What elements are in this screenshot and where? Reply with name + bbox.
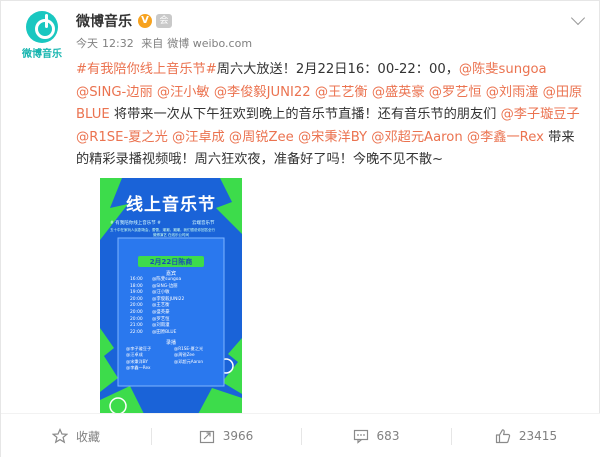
poster-replay-name: @李鑫一Rex xyxy=(126,365,151,371)
mention-link[interactable]: @陈斐sungoa xyxy=(459,62,547,77)
repost-icon xyxy=(199,430,214,444)
account-name-row: 微博音乐 V 会 xyxy=(76,11,172,31)
avatar-label: 微博音乐 xyxy=(22,49,62,60)
mention-link[interactable]: @汪卓成 xyxy=(172,130,225,145)
avatar[interactable]: 微博音乐 xyxy=(16,9,68,61)
mention-link[interactable]: @SING-边丽 xyxy=(76,85,153,100)
source-prefix: 来自 xyxy=(141,37,164,50)
poster-schedule-time: 22:00 xyxy=(130,329,143,335)
hashtag-link[interactable]: #有我陪你线上音乐节# xyxy=(76,62,217,77)
comment-button[interactable]: 683 xyxy=(301,414,451,457)
poster-schedule-name: @罗艺恒 xyxy=(152,316,170,322)
favorite-label: 收藏 xyxy=(75,429,100,444)
comment-icon xyxy=(353,429,368,444)
comment-count: 683 xyxy=(376,429,400,443)
like-button[interactable]: 23415 xyxy=(451,414,600,457)
post-text-fragment: 周六大放送！2月22日16：00-22：00， xyxy=(216,62,459,77)
weibo-post-card: 微博音乐 微博音乐 V 会 今天 12:32 来自 微博 weibo.com #有我… xyxy=(0,0,600,457)
poster-schedule-row: 22:00 @田原BLUE xyxy=(130,330,220,337)
repost-button[interactable]: 3966 xyxy=(151,414,301,457)
star-icon xyxy=(51,428,68,444)
mention-link[interactable]: @R1SE-夏之光 xyxy=(76,130,168,145)
verified-badge-icon: V xyxy=(138,14,152,28)
poster-schedule-row: 21:00 @刘雨潼 xyxy=(130,323,220,330)
post-time[interactable]: 12:32 xyxy=(102,37,134,50)
mention-link[interactable]: @刘雨潼 xyxy=(486,85,539,100)
favorite-button[interactable]: 收藏 xyxy=(1,414,151,457)
mention-link[interactable]: @李子璇豆子 xyxy=(501,107,580,122)
poster-schedule-row: 20:00 @李俊毅JUNI22 xyxy=(130,297,220,304)
poster-schedule-row: 20:00 @盛英豪 xyxy=(130,310,220,317)
poster-sub-tag: 云端音乐节 xyxy=(192,221,215,226)
poster-schedule-row: 20:00 @王艺衡 xyxy=(130,303,220,310)
poster-section-guests: 嘉宾 xyxy=(165,271,176,277)
mention-link[interactable]: @宋秉洋BY xyxy=(298,130,367,145)
post-meta: 今天 12:32 来自 微博 weibo.com xyxy=(76,35,256,51)
poster-schedule-row: 20:00 @罗艺恒 xyxy=(130,317,220,324)
poster-schedule-time: 19:00 xyxy=(130,290,143,296)
thumbs-up-icon xyxy=(495,429,511,444)
mention-link[interactable]: @李鑫一Rex xyxy=(467,130,544,145)
member-badge-icon: 会 xyxy=(156,14,172,28)
music-note-icon xyxy=(26,11,58,43)
action-bar: 收藏 3966 683 23415 xyxy=(1,413,600,457)
mention-link[interactable]: @罗艺恒 xyxy=(429,85,482,100)
poster-schedule-name: @SING-边丽 xyxy=(152,283,178,289)
mention-link[interactable]: @汪小敏 xyxy=(157,85,210,100)
like-count: 23415 xyxy=(518,429,558,443)
mention-link[interactable]: @邓超元Aaron xyxy=(371,130,462,145)
poster-schedule-time: 16:00 xyxy=(130,277,143,282)
poster-replay-row: @李鑫一Rex xyxy=(126,365,222,371)
poster-schedule-name: @田原BLUE xyxy=(152,329,177,335)
poster-schedule-time: 21:00 xyxy=(130,323,143,329)
poster-hashtag: # 有我陪你线上音乐节 # xyxy=(110,221,161,226)
poster-schedule-row: 19:00 @汪小敏 xyxy=(130,290,220,297)
post-text: #有我陪你线上音乐节#周六大放送！2月22日16：00-22：00，@陈斐sun… xyxy=(76,59,586,172)
poster-schedule: 16:00 @陈斐sungoa 18:00 @SING-边丽 19:00 @汪小敏 20:0… xyxy=(130,277,220,336)
poster-section-replays: 录播 xyxy=(165,340,176,346)
post-source[interactable]: 微博 weibo.com xyxy=(167,37,252,50)
poster-schedule-time: 20:00 xyxy=(130,309,143,315)
mention-link[interactable]: @王艺衡 xyxy=(315,85,368,100)
repost-count: 3966 xyxy=(222,429,254,443)
poster-schedule-name: @汪小敏 xyxy=(152,290,170,296)
poster-schedule-name: @盛英豪 xyxy=(152,309,170,315)
poster-schedule-row: 16:00 @陈斐sungoa xyxy=(130,277,220,284)
poster-date-badge: 2月22日陈商 xyxy=(149,258,193,266)
poster-title: 线上音乐节 xyxy=(126,195,216,215)
poster-schedule-name: @王艺衡 xyxy=(152,303,170,309)
poster-desc-2: 微博演艺 在线乐公时间 xyxy=(152,233,190,237)
poster-schedule-name: @陈斐sungoa xyxy=(152,277,182,282)
poster-image[interactable]: 线上音乐节 # 有我陪你线上音乐节 # 云端音乐节 五十中在家玩人民剧场会，蕾蕾… xyxy=(100,178,242,418)
mention-link[interactable]: @盛英豪 xyxy=(372,85,425,100)
mention-link[interactable]: @周锐Zee xyxy=(229,130,294,145)
poster-schedule-time: 20:00 xyxy=(130,303,143,309)
poster-schedule-name: @李俊毅JUNI22 xyxy=(152,296,185,302)
poster-schedule-name: @刘雨潼 xyxy=(152,323,170,329)
post-date[interactable]: 今天 xyxy=(76,37,98,50)
poster-schedule-row: 18:00 @SING-边丽 xyxy=(130,284,220,291)
poster-replays: @李子璇豆子 @R1SE-夏之光 @汪卓成 @周锐Zee @宋秉洋BY @邓超元Aaron… xyxy=(126,346,222,372)
post-text-fragment: 将带来一次从下午狂欢到晚上的音乐节直播！还有音乐节的朋友们 xyxy=(109,107,501,122)
username[interactable]: 微博音乐 xyxy=(76,11,132,31)
chevron-down-icon[interactable] xyxy=(570,10,586,26)
mention-link[interactable]: @李俊毅JUNI22 xyxy=(214,85,311,100)
